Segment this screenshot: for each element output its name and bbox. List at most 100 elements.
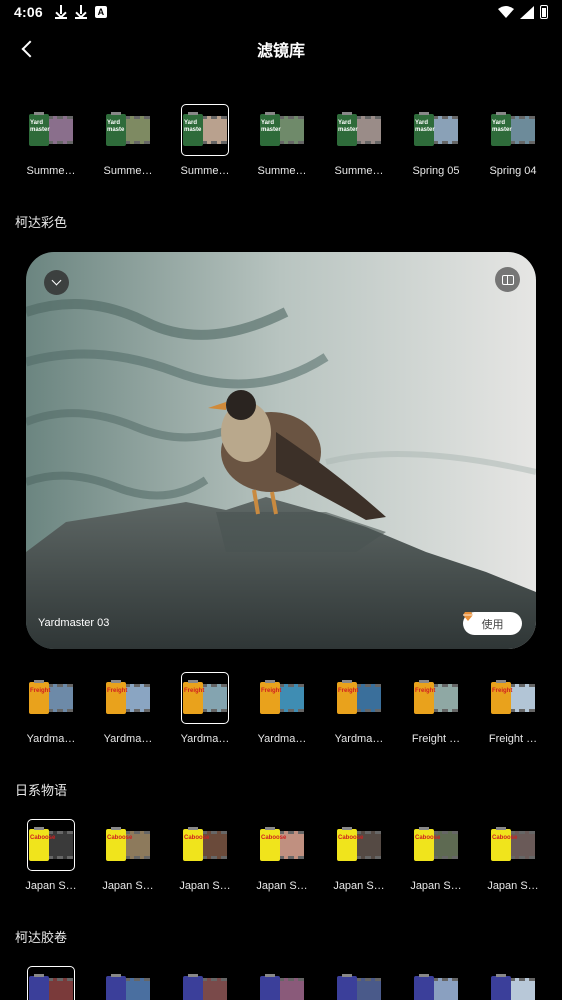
film-roll-icon: Yard master (260, 112, 304, 148)
filter-name: Japan S… (333, 880, 385, 892)
filter-thumbnail: Caboose (104, 819, 152, 871)
filter-item[interactable]: Caboose Japan S… (170, 819, 240, 892)
filter-thumbnail (181, 966, 229, 1000)
film-roll-icon: Caboose (260, 827, 304, 863)
filter-thumbnail: Yard master (489, 104, 537, 156)
filter-thumbnail: Freight (489, 672, 537, 724)
filter-thumbnail: Yard master (27, 104, 75, 156)
film-brand-label: Freight (338, 688, 359, 694)
filter-item[interactable]: Yard maste Summe… (93, 104, 163, 177)
filter-item[interactable]: Caboose Japan S… (16, 819, 86, 892)
film-brand-label: Caboose (107, 835, 133, 841)
filter-item[interactable]: Yard master Summe… (247, 104, 317, 177)
back-button[interactable] (14, 36, 40, 62)
film-brand-label: Freight (261, 688, 282, 694)
filter-name: Summe… (103, 165, 153, 177)
filter-item[interactable]: Freight Yardma… (16, 672, 86, 745)
filter-item[interactable]: Caboose Japan S… (247, 819, 317, 892)
filter-name: Summe… (334, 165, 384, 177)
film-roll-icon: Yard maste (106, 112, 150, 148)
film-brand-label: Freight (184, 688, 205, 694)
film-brand-label: Yard master (492, 120, 512, 133)
film-brand-label: Caboose (261, 835, 287, 841)
filter-item[interactable] (401, 966, 471, 1000)
gem-icon (463, 612, 473, 621)
film-brand-label: Caboose (30, 835, 56, 841)
collapse-button[interactable] (44, 270, 69, 295)
filter-item[interactable]: Caboose Japan S… (401, 819, 471, 892)
film-roll-icon: Freight (106, 680, 150, 716)
filter-item[interactable] (170, 966, 240, 1000)
film-brand-label: Caboose (338, 835, 364, 841)
filter-item[interactable]: Freight Freight … (401, 672, 471, 745)
filter-thumbnail: Freight (258, 672, 306, 724)
film-brand-label: Caboose (492, 835, 518, 841)
filter-name: Freight … (488, 733, 538, 745)
filter-item[interactable]: Caboose Japan S… (478, 819, 548, 892)
filter-name: Japan S… (25, 880, 77, 892)
compare-button[interactable] (495, 267, 520, 292)
filter-item[interactable]: Yard maste Summe… (170, 104, 240, 177)
filter-name: Summe… (257, 165, 307, 177)
filter-thumbnail: Caboose (27, 819, 75, 871)
filter-row-summer: Yard master Summe… Yard maste Summe… Yard ma… (0, 104, 562, 184)
filter-thumbnail: Caboose (412, 819, 460, 871)
filter-item[interactable] (16, 966, 86, 1000)
film-brand-label: Yard maste (107, 120, 125, 133)
back-arrow-icon (21, 40, 39, 58)
section-title-kodak-film: 柯达胶卷 (15, 930, 68, 945)
film-roll-icon: Freight (414, 680, 458, 716)
filter-item[interactable]: Yard master Summe… (16, 104, 86, 177)
film-roll-icon (491, 974, 535, 1000)
filter-thumbnail: Yard master (258, 104, 306, 156)
use-filter-button[interactable]: 使用 (463, 612, 522, 635)
filter-thumbnail: Yard maste (181, 104, 229, 156)
filter-thumbnail: Caboose (181, 819, 229, 871)
filter-item[interactable]: Freight Yardma… (170, 672, 240, 745)
system-icons (498, 5, 548, 19)
filter-item[interactable]: Yard master Spring 05 (401, 104, 471, 177)
film-roll-icon: Caboose (414, 827, 458, 863)
filter-item[interactable]: Yard master Summe… (324, 104, 394, 177)
filter-name: Spring 04 (489, 165, 537, 177)
filter-thumbnail: Yard master (412, 104, 460, 156)
filter-item[interactable] (478, 966, 548, 1000)
filter-item[interactable]: Caboose Japan S… (93, 819, 163, 892)
filter-name: Japan S… (256, 880, 308, 892)
filter-item[interactable]: Caboose Japan S… (324, 819, 394, 892)
download-icon (74, 5, 87, 19)
filter-thumbnail: Caboose (335, 819, 383, 871)
filter-item[interactable] (247, 966, 317, 1000)
film-brand-label: Yard master (338, 120, 358, 133)
section-title-kodak-color: 柯达彩色 (15, 215, 68, 230)
filter-item[interactable] (324, 966, 394, 1000)
filter-name: Yardma… (26, 733, 76, 745)
compare-icon (501, 274, 514, 285)
filter-item[interactable]: Freight Yardma… (324, 672, 394, 745)
filter-thumbnail: Yard master (335, 104, 383, 156)
film-brand-label: Yard master (261, 120, 281, 133)
film-brand-label: Freight (30, 688, 51, 694)
filter-thumbnail: Caboose (258, 819, 306, 871)
filter-name: Spring 05 (412, 165, 460, 177)
film-roll-icon: Caboose (183, 827, 227, 863)
film-brand-label: Yard master (30, 120, 50, 133)
filter-name: Yardma… (103, 733, 153, 745)
film-brand-label: Yard maste (184, 120, 202, 133)
filter-item[interactable]: Freight Freight … (478, 672, 548, 745)
film-roll-icon: Freight (29, 680, 73, 716)
filter-name: Japan S… (102, 880, 154, 892)
filter-row-yardmaster: Freight Yardma… Freight Yardma… Freight Yardm… (0, 672, 562, 752)
app-notification-icon: A (94, 6, 107, 18)
filter-name: Japan S… (179, 880, 231, 892)
filter-item[interactable]: Freight Yardma… (247, 672, 317, 745)
filter-thumbnail (489, 966, 537, 1000)
filter-row-kodak-film (0, 966, 562, 1000)
filter-thumbnail: Freight (104, 672, 152, 724)
filter-row-japan: Caboose Japan S… Caboose Japan S… Caboose Jap… (0, 819, 562, 899)
film-roll-icon (106, 974, 150, 1000)
filter-item[interactable] (93, 966, 163, 1000)
filter-item[interactable]: Yard master Spring 04 (478, 104, 548, 177)
filter-item[interactable]: Freight Yardma… (93, 672, 163, 745)
film-roll-icon (260, 974, 304, 1000)
